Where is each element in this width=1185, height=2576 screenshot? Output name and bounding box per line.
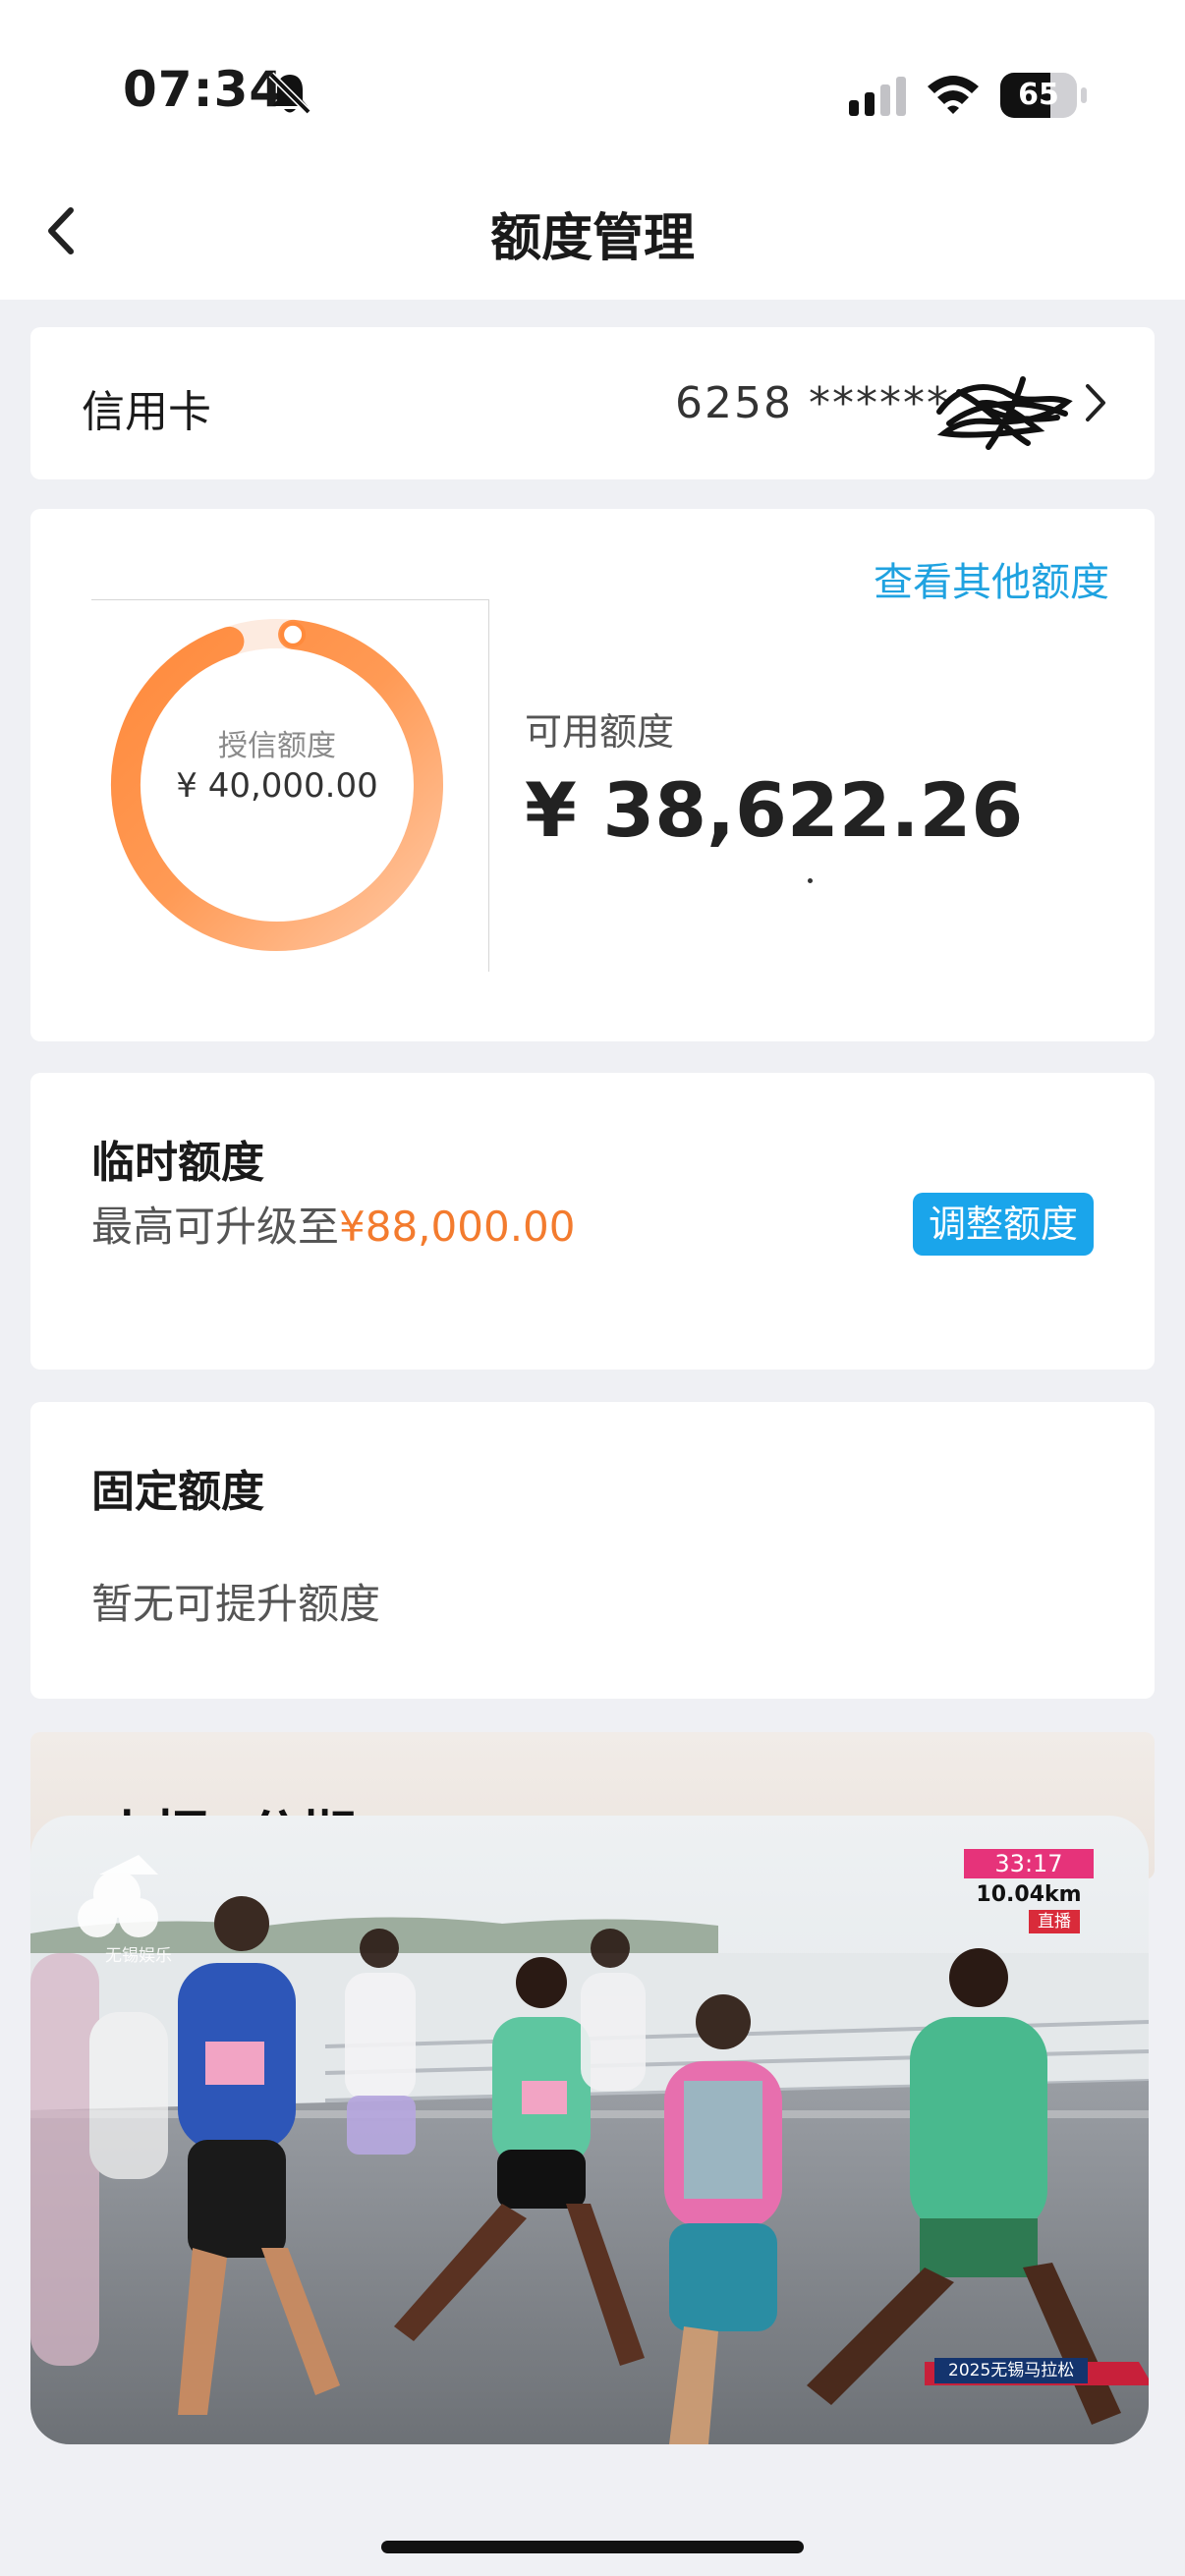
- fixed-limit-card: 固定额度 暂无可提升额度: [30, 1402, 1155, 1699]
- credit-limit-label: 授信额度: [218, 729, 336, 763]
- video-pip-window[interactable]: 无锡娱乐 33:17 10.04km 直播 2025无锡马拉松: [30, 1816, 1149, 2444]
- cellular-signal-icon: [849, 77, 906, 116]
- fixed-limit-title: 固定额度: [91, 1467, 264, 1517]
- temporary-limit-prefix: 最高可升级至: [91, 1203, 340, 1251]
- page-title: 额度管理: [489, 209, 695, 268]
- race-timer: 33:17: [964, 1849, 1094, 1878]
- fixed-limit-desc: 暂无可提升额度: [91, 1580, 381, 1628]
- channel-name: 无锡娱乐: [105, 1946, 172, 1966]
- temporary-limit-amount: ¥88,000.00: [339, 1203, 576, 1251]
- live-badge: 直播: [1029, 1910, 1080, 1933]
- battery-percent: 65: [1018, 78, 1059, 112]
- temporary-limit-title: 临时额度: [91, 1138, 264, 1188]
- battery-icon: 65: [1000, 73, 1087, 118]
- temporary-limit-desc: 最高可升级至¥88,000.00: [91, 1194, 576, 1254]
- adjust-limit-button[interactable]: 调整额度: [913, 1193, 1094, 1256]
- event-name-banner: 2025无锡马拉松: [934, 2358, 1089, 2383]
- credit-limit-card: 查看其他额度 授信额度 ¥ 40,000.00 可用额度 ¥ 38,622.26: [30, 509, 1155, 1041]
- card-type-label: 信用卡: [82, 387, 211, 437]
- view-other-limits-link[interactable]: 查看其他额度: [874, 550, 1109, 607]
- ring-knob: [280, 621, 307, 647]
- marathon-video-frame: [30, 1816, 1149, 2444]
- home-indicator[interactable]: [381, 2541, 804, 2553]
- redaction-scribble: [936, 376, 1073, 450]
- card-number: 6258 ******: [675, 378, 950, 428]
- available-limit-value: ¥ 38,622.26: [525, 766, 1024, 854]
- credit-card-row[interactable]: 信用卡 6258 ******: [30, 327, 1155, 479]
- race-distance: 10.04km: [976, 1882, 1082, 1907]
- temporary-limit-card: 临时额度 最高可升级至¥88,000.00 调整额度: [30, 1073, 1155, 1370]
- nav-bar: 额度管理: [0, 157, 1185, 300]
- decimal-dot: [808, 878, 813, 883]
- bell-slash-icon: [268, 72, 311, 115]
- status-time: 07:34: [123, 61, 285, 118]
- credit-limit-value: ¥ 40,000.00: [176, 766, 378, 806]
- status-bar: 07:34 65: [0, 0, 1185, 157]
- chevron-right-icon[interactable]: [1080, 380, 1109, 425]
- available-limit-label: 可用额度: [525, 710, 675, 754]
- wifi-icon: [928, 76, 979, 114]
